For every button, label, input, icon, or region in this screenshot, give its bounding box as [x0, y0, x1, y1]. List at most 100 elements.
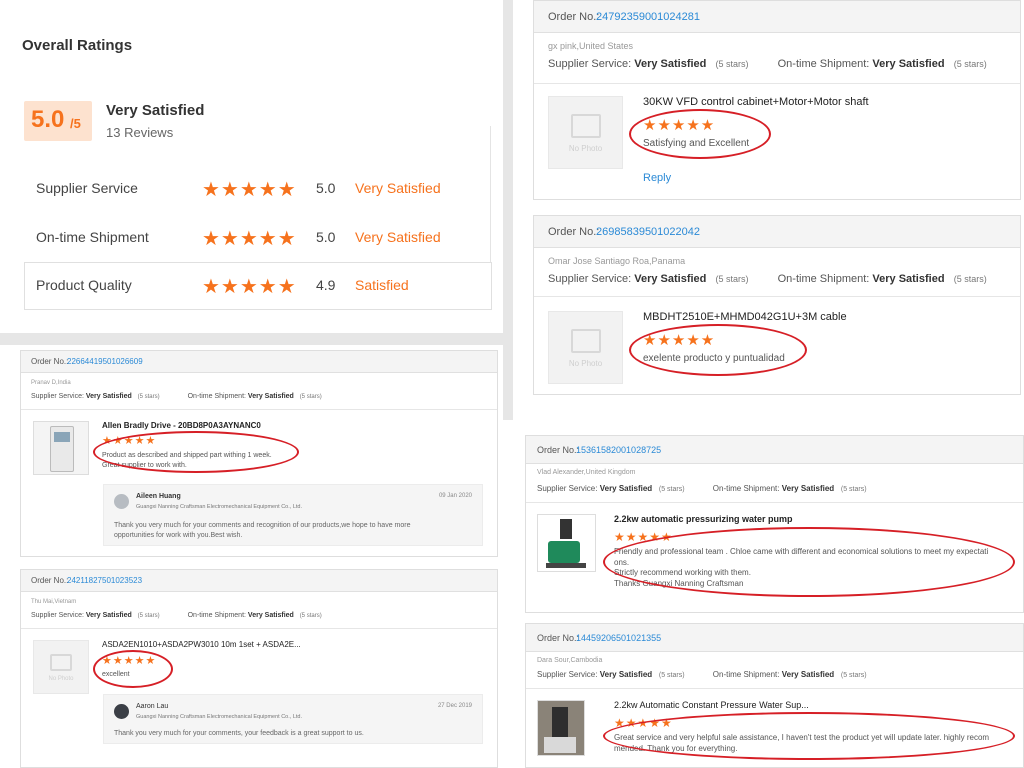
rating-row-ontime-shipment: On-time Shipment ★★★★★ 5.0 Very Satisfie… — [24, 214, 492, 262]
supplier-service-stars: (5 stars) — [715, 59, 749, 69]
review-text-line: ons. — [614, 557, 630, 567]
supplier-service-value: Very Satisfied — [634, 273, 707, 285]
buyer-info: Pranav D,India — [31, 380, 71, 386]
supplier-service-stars: (5 stars) — [137, 613, 160, 619]
review-stars-icon: ★★★★★ — [102, 655, 157, 667]
review-text-line: Strictly recommend working with them. — [614, 568, 751, 577]
order-number-link[interactable]: 22664419501026609 — [67, 357, 143, 366]
buyer-info: gx pink,United States — [548, 41, 634, 51]
review-card: Order No.: 15361582001028725 Vlad Alexan… — [525, 435, 1024, 613]
star-rating-icon: ★★★★★ — [202, 276, 297, 298]
review-text-line: Thanks Guangxi Nanning Craftsman — [614, 578, 744, 588]
ontime-shipment-label: On-time Shipment: — [777, 273, 870, 285]
divider — [21, 409, 497, 410]
supplier-service-value: Very Satisfied — [634, 58, 707, 70]
divider — [534, 296, 1020, 297]
supplier-service-value: Very Satisfied — [599, 670, 653, 679]
no-photo-icon — [50, 654, 72, 671]
supplier-service-stars: (5 stars) — [658, 486, 685, 493]
review-card: Order No.: 26985839501022042 Omar Jose S… — [533, 215, 1021, 395]
response-date: 27 Dec 2019 — [437, 703, 472, 709]
ontime-shipment-label: On-time Shipment: — [712, 670, 780, 679]
ontime-shipment-label: On-time Shipment: — [777, 58, 870, 70]
responder-avatar — [114, 494, 129, 509]
rating-row-product-quality[interactable]: Product Quality ★★★★★ 4.9 Satisfied — [24, 262, 492, 310]
order-number-link[interactable]: 14459206501021355 — [576, 633, 661, 643]
review-ratings-line: Supplier Service: Very Satisfied (5 star… — [537, 484, 867, 493]
buyer-info: Vlad Alexander,United Kingdom — [537, 469, 636, 476]
supplier-response: Aileen Huang Guangxi Nanning Craftsman E… — [103, 484, 483, 546]
product-image-placeholder: No Photo — [548, 311, 623, 384]
no-photo-icon — [570, 329, 601, 353]
review-stars-icon: ★★★★★ — [102, 435, 157, 447]
supplier-service-value: Very Satisfied — [85, 612, 132, 619]
review-stars-icon: ★★★★★ — [614, 716, 673, 730]
review-header: Order No.: 22664419501026609 — [21, 351, 497, 373]
panel-gap — [0, 333, 513, 345]
order-label: Order No.: — [548, 11, 600, 23]
review-header: Order No.: 24211827501023523 — [21, 570, 497, 592]
buyer-info: Omar Jose Santiago Roa,Panama — [548, 256, 686, 266]
product-photo-water-pump — [537, 514, 596, 572]
review-header: Order No.: 24792359001024281 — [534, 1, 1020, 33]
overall-rating-word: Very Satisfied — [106, 102, 205, 119]
response-date: 09 Jan 2020 — [438, 493, 472, 499]
ontime-shipment-stars: (5 stars) — [299, 394, 322, 400]
buyer-info: Dara Sour,Cambodia — [537, 657, 603, 664]
review-text: Friendly and professional team . Chloe c… — [614, 547, 988, 589]
responder-name: Aileen Huang — [136, 493, 181, 500]
responder-name: Aaron Lau — [136, 703, 169, 710]
supplier-service-value: Very Satisfied — [599, 484, 653, 493]
review-text-line: Great service and very helpful sale assi… — [614, 733, 990, 742]
ontime-shipment-value: Very Satisfied — [247, 612, 294, 619]
rating-row-supplier-service: Supplier Service ★★★★★ 5.0 Very Satisfie… — [24, 165, 492, 213]
pump-motor — [548, 541, 580, 563]
product-name[interactable]: MBDHT2510E+MHMD042G1U+3M cable — [643, 311, 847, 323]
product-name[interactable]: Allen Bradly Drive - 20BD8P0A3AYNANC0 — [102, 421, 261, 430]
product-name[interactable]: 2.2kw automatic pressurizing water pump — [614, 514, 793, 524]
rating-word: Satisfied — [355, 277, 409, 293]
order-label: Order No.: — [537, 633, 580, 643]
panel-gap — [503, 0, 513, 420]
pump-tank — [552, 707, 568, 737]
review-text-line: Friendly and professional team . Chloe c… — [614, 547, 989, 556]
ontime-shipment-stars: (5 stars) — [840, 672, 867, 679]
response-text-line: Thank you very much for your comments an… — [114, 522, 411, 529]
review-header: Order No.: 14459206501021355 — [526, 624, 1023, 652]
product-name[interactable]: 2.2kw Automatic Constant Pressure Water … — [614, 700, 809, 710]
review-ratings-line: Supplier Service: Very Satisfied (5 star… — [31, 393, 322, 400]
supplier-service-stars: (5 stars) — [137, 394, 160, 400]
order-number-link[interactable]: 24792359001024281 — [596, 11, 700, 23]
divider — [526, 502, 1023, 503]
ontime-shipment-value: Very Satisfied — [781, 484, 835, 493]
overall-ratings-title: Overall Ratings — [22, 37, 133, 54]
ontime-shipment-label: On-time Shipment: — [187, 393, 246, 400]
supplier-service-stars: (5 stars) — [658, 672, 685, 679]
buyer-info: Thu Mai,Vietnam — [31, 599, 77, 605]
reply-link[interactable]: Reply — [643, 172, 671, 184]
review-card: Order No.: 14459206501021355 Dara Sour,C… — [525, 623, 1024, 768]
order-number-link[interactable]: 24211827501023523 — [67, 576, 142, 585]
supplier-service-label: Supplier Service: — [548, 273, 632, 285]
order-number-link[interactable]: 15361582001028725 — [576, 445, 661, 455]
product-photo-drive — [33, 421, 89, 475]
product-photo-pressure-pump — [537, 700, 585, 756]
review-card: Order No.: 24792359001024281 gx pink,Uni… — [533, 0, 1021, 200]
divider — [526, 688, 1023, 689]
review-text: Satisfying and Excellent — [643, 138, 750, 149]
rating-label: Product Quality — [36, 277, 132, 293]
divider — [534, 83, 1020, 84]
rating-value: 4.9 — [316, 277, 336, 293]
order-number-link[interactable]: 26985839501022042 — [596, 226, 700, 238]
ontime-shipment-stars: (5 stars) — [299, 613, 322, 619]
ontime-shipment-value: Very Satisfied — [781, 670, 835, 679]
ontime-shipment-stars: (5 stars) — [953, 59, 987, 69]
product-name[interactable]: 30KW VFD control cabinet+Motor+Motor sha… — [643, 96, 869, 108]
supplier-service-label: Supplier Service: — [548, 58, 632, 70]
review-text-line: Great supplier to work with. — [102, 462, 187, 469]
overall-ratings-panel: Overall Ratings 5.0 /5 Very Satisfied 13… — [0, 0, 503, 333]
rating-word: Very Satisfied — [355, 229, 441, 245]
product-name[interactable]: ASDA2EN1010+ASDA2PW3010 10m 1set + ASDA2… — [102, 640, 301, 649]
review-text: excellent — [102, 671, 130, 678]
review-stars-icon: ★★★★★ — [643, 117, 716, 134]
